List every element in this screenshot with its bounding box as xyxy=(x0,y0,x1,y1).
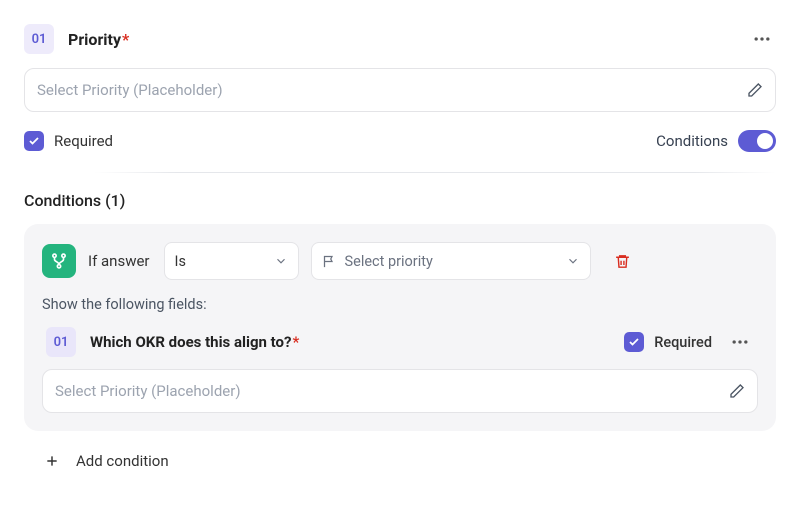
check-icon xyxy=(28,135,40,147)
branch-icon xyxy=(50,252,68,270)
subfield-edit-button[interactable] xyxy=(729,383,745,399)
divider xyxy=(94,172,776,173)
more-options-button[interactable] xyxy=(748,25,776,53)
subfield-placeholder: Select Priority (Placeholder) xyxy=(55,382,729,400)
check-icon xyxy=(628,336,640,348)
subfield-select-input[interactable]: Select Priority (Placeholder) xyxy=(42,369,758,413)
subfield-number-badge: 01 xyxy=(46,327,76,357)
pencil-icon xyxy=(747,82,763,98)
pencil-icon xyxy=(729,383,745,399)
plus-icon xyxy=(42,451,62,471)
subfield-row: 01 Which OKR does this align to?* Requir… xyxy=(42,327,758,357)
value-select[interactable]: Select priority xyxy=(311,242,591,280)
required-star-icon: * xyxy=(292,333,299,351)
conditions-toggle-label: Conditions xyxy=(656,132,728,150)
required-checkbox[interactable] xyxy=(24,131,44,151)
required-star-icon: * xyxy=(122,30,129,49)
subfield-title: Which OKR does this align to?* xyxy=(90,333,299,351)
priority-select-input[interactable]: Select Priority (Placeholder) xyxy=(24,68,776,112)
subfield-more-button[interactable] xyxy=(726,328,754,356)
more-horizontal-icon xyxy=(752,29,772,49)
edit-placeholder-button[interactable] xyxy=(747,82,763,98)
delete-condition-button[interactable] xyxy=(609,247,637,275)
more-horizontal-icon xyxy=(730,332,750,352)
add-condition-button[interactable]: Add condition xyxy=(24,451,776,471)
trash-icon xyxy=(614,253,631,270)
add-condition-label: Add condition xyxy=(76,452,169,470)
subfield-required-label: Required xyxy=(654,334,712,351)
field-number-badge: 01 xyxy=(24,24,54,54)
show-fields-label: Show the following fields: xyxy=(42,296,758,313)
branch-icon-badge xyxy=(42,244,76,278)
required-label: Required xyxy=(54,132,113,150)
field-title: Priority* xyxy=(68,30,129,49)
conditions-title: Conditions (1) xyxy=(24,191,776,210)
if-answer-label: If answer xyxy=(88,252,150,270)
field-header: 01 Priority* xyxy=(24,24,776,54)
conditions-toggle[interactable] xyxy=(738,130,776,152)
flag-icon xyxy=(322,254,337,269)
chevron-down-icon xyxy=(566,254,580,268)
chevron-down-icon xyxy=(274,254,288,268)
subfield-required-checkbox[interactable] xyxy=(624,332,644,352)
operator-select[interactable]: Is xyxy=(164,242,299,280)
input-placeholder: Select Priority (Placeholder) xyxy=(37,81,747,99)
conditions-card: If answer Is Select priority Show th xyxy=(24,224,776,431)
